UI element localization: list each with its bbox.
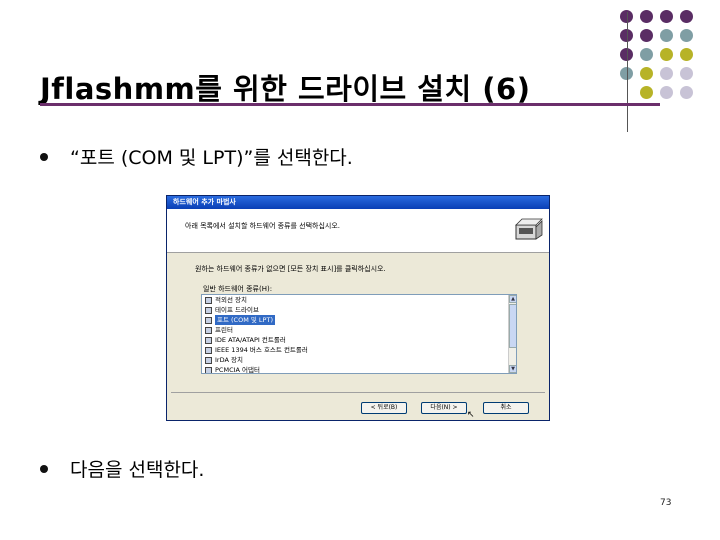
hardware-wizard-icon xyxy=(515,218,543,240)
decorative-dot xyxy=(680,48,693,61)
infrared-icon xyxy=(205,296,212,304)
hardware-type-label: 적외선 장치 xyxy=(215,296,247,304)
bullet-item-1: “포트 (COM 및 LPT)”를 선택한다. xyxy=(40,143,353,170)
hardware-type-item[interactable]: 프린터 xyxy=(202,325,516,335)
dialog-titlebar: 하드웨어 추가 마법사 xyxy=(167,196,549,209)
hardware-type-label: 포트 (COM 및 LPT) xyxy=(215,315,275,325)
decorative-dot xyxy=(640,67,653,80)
hardware-type-item[interactable]: 포트 (COM 및 LPT) xyxy=(202,315,516,325)
hardware-type-label: IrDA 장치 xyxy=(215,356,243,364)
irda-icon xyxy=(205,356,212,364)
decorative-dot xyxy=(660,67,673,80)
mouse-pointer-icon: ↖ xyxy=(467,410,475,420)
ide-controller-icon xyxy=(205,336,212,344)
tape-drive-icon xyxy=(205,306,212,314)
hardware-type-label: 테이프 드라이브 xyxy=(215,306,259,314)
bullet-icon xyxy=(40,464,48,473)
hardware-type-label: IEEE 1394 버스 호스트 컨트롤러 xyxy=(215,346,308,354)
decorative-dot-grid xyxy=(612,6,720,114)
hardware-type-label: PCMCIA 어댑터 xyxy=(215,366,260,374)
hardware-type-list-label: 일반 하드웨어 종류(H): xyxy=(203,285,273,293)
decorative-dot xyxy=(680,29,693,42)
decorative-dot xyxy=(660,48,673,61)
scroll-up-arrow-icon[interactable]: ▲ xyxy=(509,295,516,303)
printer-icon xyxy=(205,326,212,334)
decorative-dot xyxy=(680,10,693,23)
port-icon xyxy=(205,316,212,324)
dialog-header-text: 아래 목록에서 설치할 하드웨어 종류를 선택하십시오. xyxy=(185,222,341,230)
next-button[interactable]: 다음(N) > xyxy=(421,402,467,414)
scroll-down-arrow-icon[interactable]: ▼ xyxy=(509,365,516,373)
dialog-header: 아래 목록에서 설치할 하드웨어 종류를 선택하십시오. xyxy=(167,209,549,253)
page-number: 73 xyxy=(660,498,672,508)
decorative-dot xyxy=(640,29,653,42)
ieee1394-icon xyxy=(205,346,212,354)
title-underline xyxy=(40,103,660,106)
hardware-type-item[interactable]: IEEE 1394 버스 호스트 컨트롤러 xyxy=(202,345,516,355)
title-vertical-rule xyxy=(627,12,628,132)
add-hardware-wizard-dialog: 하드웨어 추가 마법사 아래 목록에서 설치할 하드웨어 종류를 선택하십시오.… xyxy=(166,195,550,421)
hardware-type-label: IDE ATA/ATAPI 컨트롤러 xyxy=(215,336,286,344)
pcmcia-icon xyxy=(205,366,212,373)
bullet-item-2: 다음을 선택한다. xyxy=(40,455,204,482)
decorative-dot xyxy=(660,10,673,23)
hardware-type-item[interactable]: IrDA 장치 xyxy=(202,355,516,365)
hardware-type-label: 프린터 xyxy=(215,326,233,334)
dialog-separator xyxy=(171,392,545,393)
decorative-dot xyxy=(680,86,693,99)
decorative-dot xyxy=(640,10,653,23)
slide-title: Jflashmm를 위한 드라이브 설치 (6) xyxy=(40,72,531,106)
hardware-type-item[interactable]: IDE ATA/ATAPI 컨트롤러 xyxy=(202,335,516,345)
hardware-type-item[interactable]: 적외선 장치 xyxy=(202,295,516,305)
hardware-type-item[interactable]: PCMCIA 어댑터 xyxy=(202,365,516,374)
bullet-text-2: 다음을 선택한다. xyxy=(70,459,205,481)
hardware-type-item[interactable]: 테이프 드라이브 xyxy=(202,305,516,315)
listbox-scrollbar[interactable]: ▲ ▼ xyxy=(508,295,516,373)
bullet-text-1: “포트 (COM 및 LPT)”를 선택한다. xyxy=(70,147,353,169)
dialog-instruction: 원하는 하드웨어 종류가 없으면 [모든 장치 표시]를 클릭하십시오. xyxy=(195,265,386,273)
hardware-type-listbox[interactable]: 적외선 장치테이프 드라이브 포트 (COM 및 LPT) 프린터 IDE ATA/A… xyxy=(201,294,517,374)
bullet-icon xyxy=(40,152,48,161)
cancel-button[interactable]: 취소 xyxy=(483,402,529,414)
scroll-thumb[interactable] xyxy=(509,304,516,348)
back-button[interactable]: < 뒤로(B) xyxy=(361,402,407,414)
decorative-dot xyxy=(640,48,653,61)
decorative-dot xyxy=(680,67,693,80)
decorative-dot xyxy=(660,86,673,99)
decorative-dot xyxy=(660,29,673,42)
decorative-dot xyxy=(640,86,653,99)
